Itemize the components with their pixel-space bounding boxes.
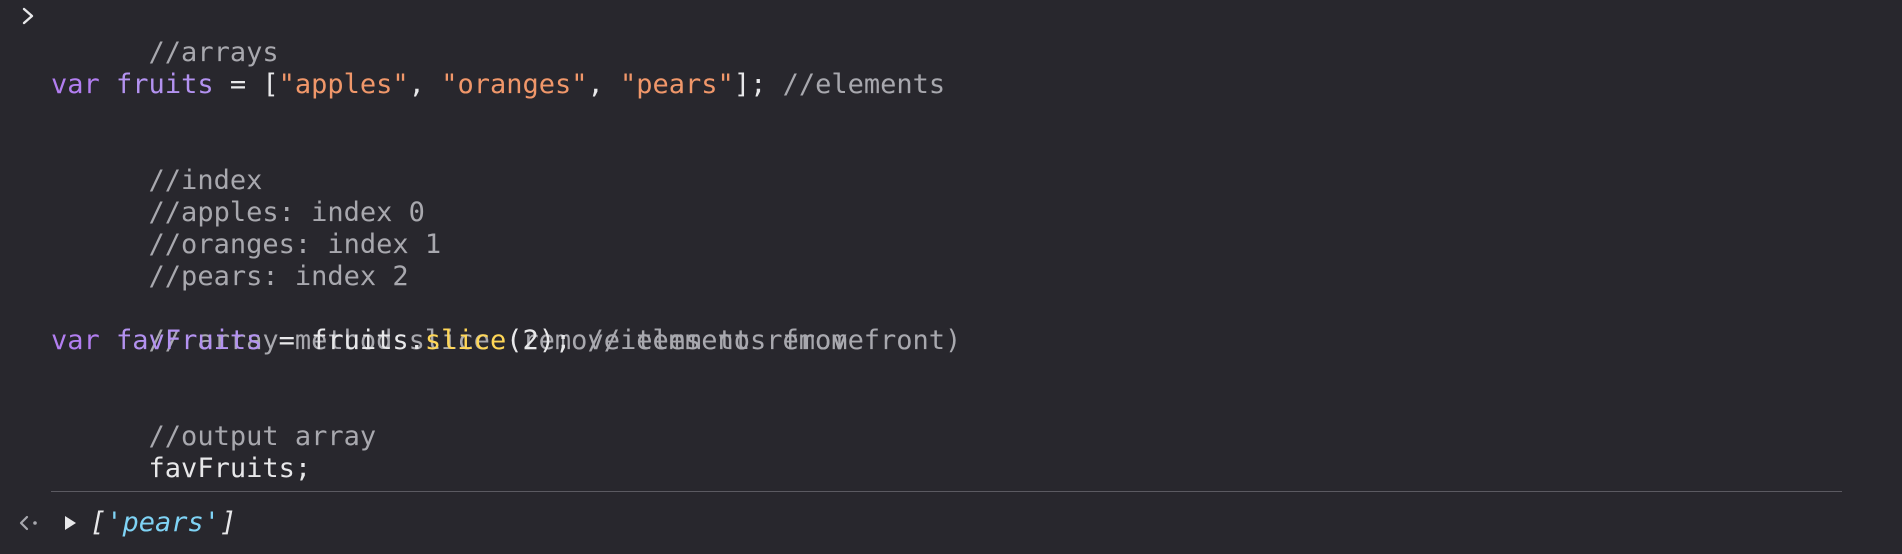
- string-pears: "pears": [620, 69, 734, 100]
- code-line-favfruits-expression: favFruits;: [51, 421, 312, 484]
- code-line-comment-oranges: //oranges: index 1: [51, 197, 442, 260]
- code-line-comment-apples: //apples: index 0: [51, 165, 425, 228]
- method-arguments: (2);: [506, 325, 588, 356]
- code-line-fruits-declaration: var fruits = ["apples", "oranges", "pear…: [51, 69, 945, 101]
- assignment-operator: = [: [213, 69, 279, 100]
- keyword-var: var: [51, 325, 100, 356]
- separator: ,: [408, 69, 442, 100]
- code-line-comment-pears: //pears: index 2: [51, 229, 409, 292]
- result-bracket-open: [: [90, 507, 107, 538]
- triangle-right-icon[interactable]: [62, 515, 78, 531]
- code-line-comment-output: //output array: [51, 389, 377, 452]
- result-array-preview[interactable]: ['pears']: [90, 505, 236, 541]
- separator: ,: [587, 69, 621, 100]
- return-arrow-icon: [19, 515, 37, 531]
- console-panel: //arrays var fruits = ["apples", "orange…: [0, 0, 1902, 554]
- expression-favfruits: favFruits;: [148, 453, 312, 484]
- result-bracket-close: ]: [220, 507, 237, 538]
- method-slice: slice: [424, 325, 507, 356]
- keyword-var: var: [51, 69, 100, 100]
- variable-fruits: fruits: [116, 69, 214, 100]
- string-apples: "apples": [278, 69, 409, 100]
- code-line-comment-slice: // array method slice (remove elements f…: [51, 293, 962, 356]
- code-comment: //items to remove: [587, 325, 864, 356]
- result-string-value: 'pears': [106, 507, 221, 538]
- code-comment: //pears: index 2: [148, 261, 409, 292]
- code-line-comment-index: //index: [51, 133, 263, 196]
- variable-favfruits: favFruits: [116, 325, 263, 356]
- code-comment: //arrays: [148, 37, 279, 68]
- array-close: ];: [733, 69, 783, 100]
- console-result-entry[interactable]: ['pears']: [0, 505, 1902, 541]
- code-line-favfruits-declaration: var favFruits = fruits.slice(2); //items…: [51, 325, 864, 357]
- string-oranges: "oranges": [441, 69, 588, 100]
- chevron-right-icon: [22, 7, 34, 25]
- assignment-expression: = fruits.: [262, 325, 425, 356]
- code-line-comment-arrays: //arrays: [51, 5, 279, 68]
- code-comment: //elements: [782, 69, 946, 100]
- entry-divider: [51, 491, 1842, 492]
